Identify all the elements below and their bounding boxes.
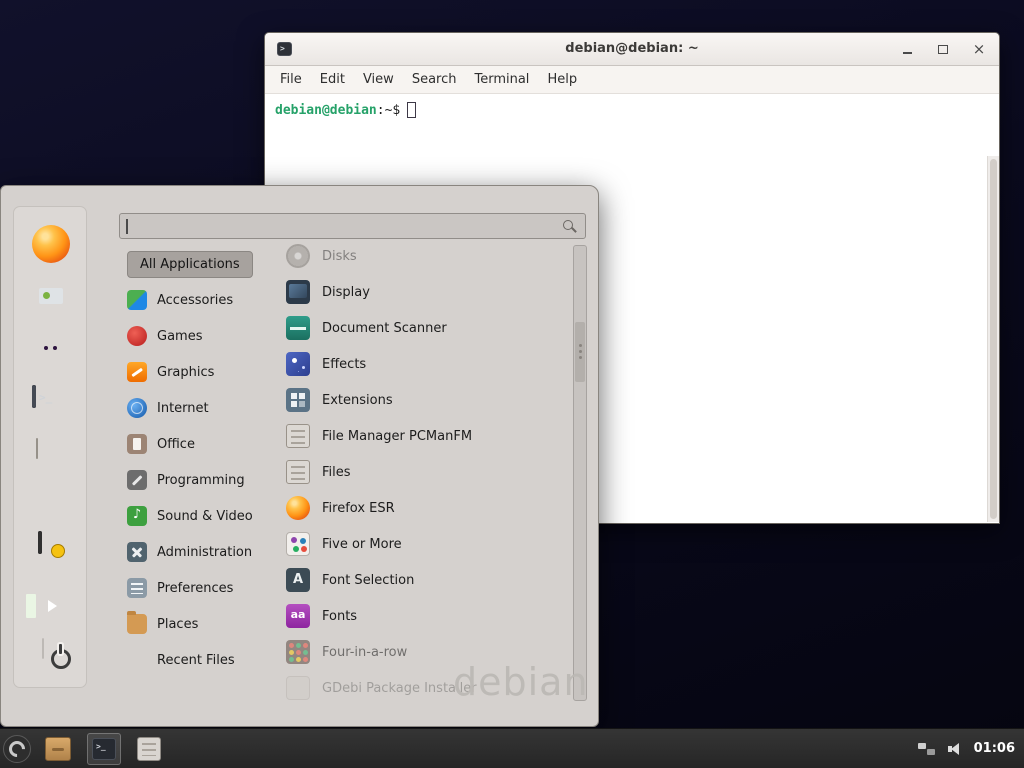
app-list: Disks Display Document Scanner Effects E…	[286, 238, 572, 706]
administration-icon	[127, 542, 147, 562]
minimize-button[interactable]	[899, 42, 915, 58]
taskbar: 01:06	[0, 728, 1024, 768]
accessories-icon	[127, 290, 147, 310]
system-tray: 01:06	[918, 741, 1024, 757]
debian-watermark: debian	[453, 660, 589, 704]
internet-icon	[127, 398, 147, 418]
taskbar-terminal-button[interactable]	[87, 733, 121, 765]
search-input[interactable]	[120, 214, 585, 238]
prompt-path: :~$	[377, 103, 400, 118]
favorites-panel	[13, 206, 87, 688]
category-accessories[interactable]: Accessories	[123, 282, 275, 318]
app-effects[interactable]: Effects	[286, 346, 572, 382]
maximize-button[interactable]	[935, 42, 951, 58]
app-document-scanner[interactable]: Document Scanner	[286, 310, 572, 346]
terminal-scrollbar-thumb[interactable]	[990, 159, 997, 519]
shut-down-icon[interactable]	[42, 638, 44, 659]
menu-view[interactable]: View	[354, 67, 403, 92]
search-box	[119, 213, 586, 239]
games-icon	[127, 326, 147, 346]
files-icon	[286, 460, 310, 484]
terminal-icon	[92, 738, 116, 760]
text-caret	[126, 219, 128, 234]
search-icon	[562, 219, 578, 235]
menu-help[interactable]: Help	[538, 67, 586, 92]
app-pcmanfm[interactable]: File Manager PCManFM	[286, 418, 572, 454]
category-recent-files[interactable]: Recent Files	[123, 642, 275, 678]
programming-icon	[127, 470, 147, 490]
network-icon[interactable]	[918, 741, 936, 757]
document-scanner-icon	[286, 316, 310, 340]
category-all-applications[interactable]: All Applications	[123, 246, 275, 282]
effects-icon	[286, 352, 310, 376]
app-display[interactable]: Display	[286, 274, 572, 310]
menu-file[interactable]: File	[271, 67, 311, 92]
extensions-icon	[286, 388, 310, 412]
pcmanfm-icon	[286, 424, 310, 448]
taskbar-files-icon[interactable]	[137, 737, 161, 761]
firefox-icon	[286, 496, 310, 520]
spacer	[127, 650, 147, 670]
menu-terminal[interactable]: Terminal	[465, 67, 538, 92]
menu-button[interactable]	[3, 735, 31, 763]
app-firefox-esr[interactable]: Firefox ESR	[286, 490, 572, 526]
category-office[interactable]: Office	[123, 426, 275, 462]
app-list-scrollbar[interactable]	[573, 245, 587, 701]
application-menu: All Applications Accessories Games Graph…	[0, 185, 599, 727]
fonts-icon	[286, 604, 310, 628]
app-list-scrollbar-thumb[interactable]	[575, 322, 585, 382]
font-selection-icon	[286, 568, 310, 592]
app-extensions[interactable]: Extensions	[286, 382, 572, 418]
lock-screen-icon[interactable]	[38, 531, 42, 554]
firefox-icon[interactable]	[32, 225, 70, 263]
app-files[interactable]: Files	[286, 454, 572, 490]
app-font-selection[interactable]: Font Selection	[286, 562, 572, 598]
graphics-icon	[127, 362, 147, 382]
window-controls	[899, 33, 987, 66]
category-games[interactable]: Games	[123, 318, 275, 354]
terminal-scrollbar[interactable]	[987, 156, 999, 522]
app-five-or-more[interactable]: Five or More	[286, 526, 572, 562]
terminal-cursor	[407, 102, 416, 118]
taskbar-file-manager-icon[interactable]	[45, 737, 71, 761]
category-graphics[interactable]: Graphics	[123, 354, 275, 390]
category-places[interactable]: Places	[123, 606, 275, 642]
places-icon	[127, 614, 147, 634]
terminal-titlebar[interactable]: debian@debian: ~	[265, 33, 999, 66]
terminal-title: debian@debian: ~	[265, 41, 999, 56]
five-or-more-icon	[286, 532, 310, 556]
menu-search[interactable]: Search	[403, 67, 466, 92]
display-icon	[286, 280, 310, 304]
sound-video-icon	[127, 506, 147, 526]
preferences-icon	[127, 578, 147, 598]
prompt-user-host: debian@debian	[275, 103, 377, 118]
menu-edit[interactable]: Edit	[311, 67, 354, 92]
category-preferences[interactable]: Preferences	[123, 570, 275, 606]
category-sound-video[interactable]: Sound & Video	[123, 498, 275, 534]
clock[interactable]: 01:06	[974, 741, 1015, 756]
gdebi-icon	[286, 676, 310, 700]
desktop[interactable]: { "colors": { "desktop_bg": "#0a0a1e", "…	[0, 0, 1024, 768]
office-icon	[127, 434, 147, 454]
terminal-icon[interactable]	[32, 385, 36, 408]
app-fonts[interactable]: Fonts	[286, 598, 572, 634]
app-disks[interactable]: Disks	[286, 238, 572, 274]
file-cabinet-icon[interactable]	[36, 438, 38, 459]
close-button[interactable]	[971, 42, 987, 58]
volume-icon[interactable]	[947, 741, 963, 757]
category-administration[interactable]: Administration	[123, 534, 275, 570]
terminal-menubar: File Edit View Search Terminal Help	[265, 66, 999, 94]
category-list: All Applications Accessories Games Graph…	[123, 246, 275, 678]
four-in-a-row-icon	[286, 640, 310, 664]
category-internet[interactable]: Internet	[123, 390, 275, 426]
disks-icon	[286, 244, 310, 268]
category-programming[interactable]: Programming	[123, 462, 275, 498]
